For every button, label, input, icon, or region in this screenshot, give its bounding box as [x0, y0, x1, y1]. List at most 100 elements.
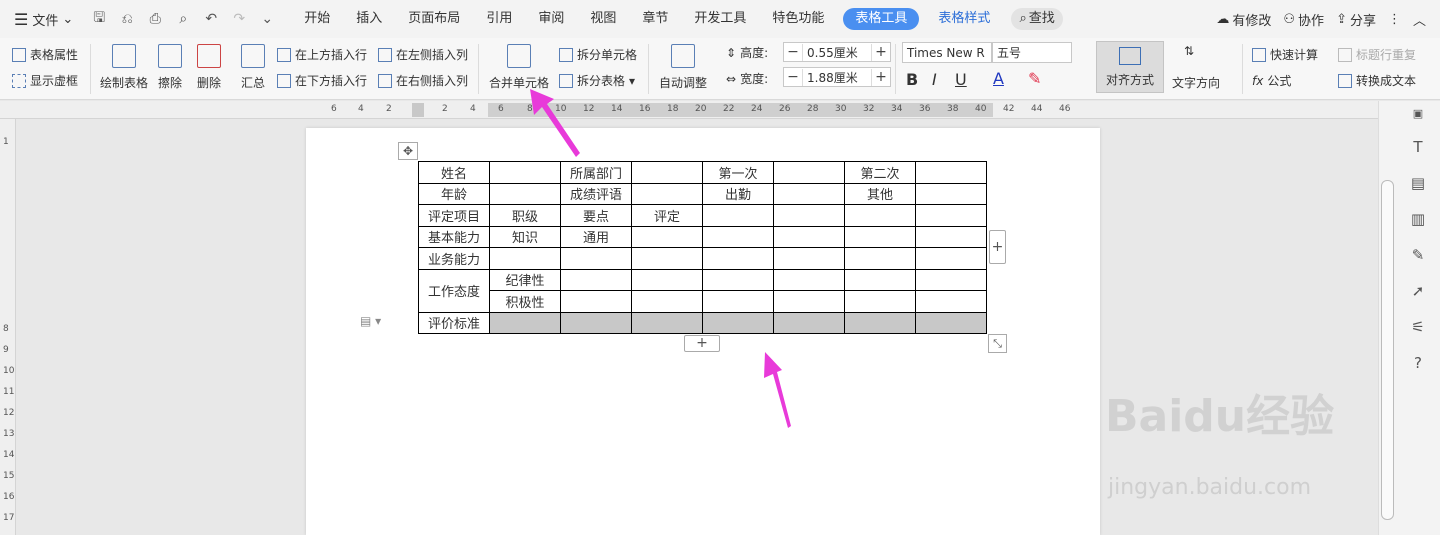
- table-cell[interactable]: [560, 247, 632, 270]
- repeat-header-button[interactable]: 标题行重复: [1338, 46, 1416, 63]
- more-icon[interactable]: ⋮: [1388, 12, 1401, 27]
- tab-view[interactable]: 视图: [577, 8, 629, 30]
- table-cell[interactable]: 评定项目: [418, 204, 490, 227]
- width-spinner[interactable]: − 1.88厘米 +: [783, 67, 891, 87]
- highlight-icon[interactable]: ✎: [1028, 69, 1041, 88]
- table-cell[interactable]: 成绩评语: [560, 182, 632, 205]
- split-cells-button[interactable]: 拆分单元格: [559, 46, 637, 63]
- table-cell[interactable]: [773, 268, 845, 291]
- save-icon[interactable]: 🖫: [91, 7, 107, 31]
- print-icon[interactable]: ⎙: [147, 11, 163, 27]
- table-cell[interactable]: [915, 247, 987, 270]
- table-cell[interactable]: [631, 290, 703, 313]
- file-menu[interactable]: ☰ 文件 ⌄: [0, 10, 81, 29]
- table-cell[interactable]: 业务能力: [418, 247, 490, 270]
- insert-above-button[interactable]: 在上方插入行: [277, 46, 367, 63]
- table-cell[interactable]: [702, 204, 774, 227]
- table-cell[interactable]: [702, 268, 774, 291]
- table-cell-selected[interactable]: [915, 311, 987, 334]
- insert-left-button[interactable]: 在左侧插入列: [378, 46, 468, 63]
- tab-features[interactable]: 特色功能: [759, 8, 837, 30]
- width-decrease-button[interactable]: −: [784, 69, 802, 85]
- erase-button[interactable]: 擦除: [158, 44, 182, 91]
- table-cell[interactable]: 第一次: [702, 161, 774, 184]
- delete-button[interactable]: 删除: [197, 44, 221, 91]
- table-cell[interactable]: 其他: [844, 182, 916, 205]
- redo-icon[interactable]: ↷: [231, 11, 247, 27]
- table-cell[interactable]: [915, 225, 987, 248]
- table-cell-selected[interactable]: [702, 311, 774, 334]
- table-cell[interactable]: [489, 182, 561, 205]
- table-cell[interactable]: [844, 204, 916, 227]
- width-value[interactable]: 1.88厘米: [802, 68, 872, 86]
- table-cell[interactable]: [702, 247, 774, 270]
- table-move-handle[interactable]: ✥: [398, 142, 418, 160]
- document-table[interactable]: 姓名 所属部门 第一次 第二次 年龄 成绩评语 出勤 其他 评定项目 职级 要点 评定 基本能力 知识 通用…: [418, 161, 987, 334]
- table-cell[interactable]: 评价标准: [418, 311, 490, 334]
- table-cell[interactable]: [560, 290, 632, 313]
- table-cell[interactable]: 年龄: [418, 182, 490, 205]
- text-direction-button[interactable]: ⇅ 文字方向: [1172, 44, 1220, 91]
- format-painter-icon[interactable]: ⎌: [119, 11, 135, 27]
- horizontal-ruler[interactable]: 6 4 2 2 4 6 8 10 12 14 16 18 20 22 24 26 28 30 32 34 36 38 40 4…: [0, 101, 1378, 119]
- table-cell[interactable]: 姓名: [418, 161, 490, 184]
- document-icon[interactable]: ▤: [1408, 174, 1428, 192]
- font-size-select[interactable]: 五号: [992, 42, 1072, 63]
- tab-review[interactable]: 审阅: [525, 8, 577, 30]
- table-cell[interactable]: [631, 182, 703, 205]
- table-cell[interactable]: [702, 225, 774, 248]
- height-increase-button[interactable]: +: [872, 44, 890, 60]
- paragraph-icon[interactable]: ▤ ▾: [360, 314, 381, 328]
- print-preview-icon[interactable]: ⌕: [175, 11, 191, 27]
- table-cell[interactable]: [773, 290, 845, 313]
- table-cell[interactable]: [773, 182, 845, 205]
- align-button[interactable]: 对齐方式: [1096, 41, 1164, 93]
- doc-settings-icon[interactable]: ▥: [1408, 210, 1428, 228]
- tab-references[interactable]: 引用: [473, 8, 525, 30]
- to-text-button[interactable]: 转换成文本: [1338, 72, 1416, 89]
- table-cell[interactable]: [631, 268, 703, 291]
- tab-page-layout[interactable]: 页面布局: [395, 8, 473, 30]
- table-cell[interactable]: [773, 247, 845, 270]
- add-row-button[interactable]: +: [684, 335, 720, 352]
- table-resize-handle[interactable]: ⤡: [988, 334, 1007, 353]
- collab-button[interactable]: ⚇ 协作: [1283, 10, 1324, 29]
- table-cell[interactable]: [631, 225, 703, 248]
- table-cell-selected[interactable]: [560, 311, 632, 334]
- table-cell[interactable]: [844, 268, 916, 291]
- insert-below-button[interactable]: 在下方插入行: [277, 72, 367, 89]
- text-style-icon[interactable]: T: [1408, 138, 1428, 156]
- table-cell[interactable]: 要点: [560, 204, 632, 227]
- draw-table-button[interactable]: 绘制表格: [100, 44, 148, 91]
- table-cell[interactable]: 纪律性: [489, 268, 561, 291]
- tab-insert[interactable]: 插入: [343, 8, 395, 30]
- table-cell[interactable]: [915, 204, 987, 227]
- table-cell[interactable]: 通用: [560, 225, 632, 248]
- bold-icon[interactable]: B: [906, 70, 918, 89]
- undo-icon[interactable]: ↶: [203, 11, 219, 27]
- table-cell[interactable]: [631, 161, 703, 184]
- customize-icon[interactable]: ⌄: [259, 11, 275, 27]
- table-cell[interactable]: [631, 247, 703, 270]
- underline-icon[interactable]: U: [955, 70, 967, 89]
- table-cell-selected[interactable]: [844, 311, 916, 334]
- vertical-scrollbar[interactable]: [1381, 180, 1394, 520]
- table-cell[interactable]: [773, 161, 845, 184]
- modified-button[interactable]: ☁ 有修改: [1216, 10, 1271, 29]
- insert-right-button[interactable]: 在右侧插入列: [378, 72, 468, 89]
- table-cell[interactable]: 出勤: [702, 182, 774, 205]
- table-cell[interactable]: [560, 268, 632, 291]
- share-button[interactable]: ⇪ 分享: [1336, 10, 1376, 29]
- table-cell[interactable]: 职级: [489, 204, 561, 227]
- sliders-icon[interactable]: ⚟: [1408, 318, 1428, 336]
- table-cell[interactable]: [844, 290, 916, 313]
- table-cell[interactable]: [915, 182, 987, 205]
- search-button[interactable]: ⌕ 查找: [1011, 8, 1063, 30]
- table-cell[interactable]: 基本能力: [418, 225, 490, 248]
- table-cell-selected[interactable]: [631, 311, 703, 334]
- font-name-select[interactable]: Times New R: [902, 42, 992, 63]
- table-cell[interactable]: 第二次: [844, 161, 916, 184]
- help-icon[interactable]: ?: [1408, 354, 1428, 372]
- vertical-ruler[interactable]: 1 8 9 10 11 12 13 14 15 16 17: [0, 119, 16, 535]
- tab-table-tools[interactable]: 表格工具: [843, 8, 920, 30]
